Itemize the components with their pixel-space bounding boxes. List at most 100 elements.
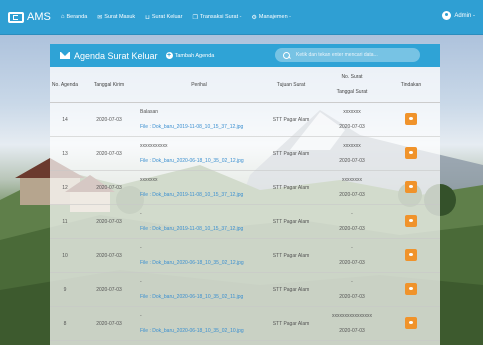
view-action-button[interactable]: [405, 316, 417, 329]
top-navbar: AMS ⌂ Beranda ✉ Surat Masuk ⊔ Surat Kelu…: [0, 0, 483, 35]
no-surat-text: xxxxxxx: [343, 109, 361, 115]
user-menu[interactable]: Admin -: [442, 11, 475, 20]
nav-menu: ⌂ Beranda ✉ Surat Masuk ⊔ Surat Keluar ❐…: [61, 14, 301, 21]
app-window: AMS ⌂ Beranda ✉ Surat Masuk ⊔ Surat Kelu…: [0, 0, 483, 345]
cell-perihal: - File : Dok_baru_2020-06-18_10_35_02_10…: [138, 306, 260, 341]
agenda-table-container: No. Agenda Tanggal Kirim Perihal Tujuan …: [50, 67, 440, 345]
no-surat-text: xxxxxxxxxxxxxxxx: [332, 313, 372, 319]
nav-item-manajemen[interactable]: ⚙ Manajemen -: [252, 14, 292, 21]
nav-item-surat-masuk[interactable]: ✉ Surat Masuk: [97, 14, 135, 21]
nav-item-label: Manajemen -: [258, 14, 291, 20]
tanggal-surat-text: 2020-07-03: [339, 328, 365, 334]
view-action-button[interactable]: [405, 282, 417, 295]
file-link[interactable]: File : Dok_baru_2020-06-18_10_35_02_11.j…: [140, 294, 259, 300]
cell-perihal: Balasan File : Dok_baru_2019-11-08_10_15…: [138, 102, 260, 137]
view-action-button[interactable]: [405, 248, 417, 261]
col-header-tindakan: Tindakan: [382, 67, 440, 103]
cell-no-agenda: 9: [50, 272, 80, 307]
tanggal-surat-text: 2020-07-03: [339, 260, 365, 266]
col-header-tujuan-surat: Tujuan Surat: [260, 67, 322, 103]
agenda-card: Agenda Surat Keluar + Tambah Agenda No. …: [50, 44, 440, 345]
table-row: 9 2020-07-03 - File : Dok_baru_2020-06-1…: [50, 272, 440, 307]
cell-no-surat: - 2020-07-03: [322, 238, 382, 273]
search-icon: [283, 51, 290, 59]
cell-tujuan-surat: STT Pagar Alam: [260, 306, 322, 341]
cell-tindakan: [382, 306, 440, 341]
cell-no-agenda: 13: [50, 136, 80, 171]
cell-tindakan: [382, 102, 440, 137]
cell-tanggal-kirim: 2020-07-03: [80, 306, 138, 341]
cell-no-surat: - 2020-07-03: [322, 272, 382, 307]
tanggal-surat-text: 2020-07-03: [339, 192, 365, 198]
page-title: Agenda Surat Keluar: [74, 50, 158, 61]
no-surat-text: -: [351, 211, 353, 217]
nav-item-transaksi-surat[interactable]: ❐ Transaksi Surat -: [192, 14, 241, 21]
copy-icon: ❐: [192, 14, 198, 21]
cell-tanggal-kirim: 2020-07-03: [80, 272, 138, 307]
table-header-row: No. Agenda Tanggal Kirim Perihal Tujuan …: [50, 67, 440, 103]
brand-logo[interactable]: AMS: [8, 11, 51, 23]
search-input[interactable]: [296, 52, 406, 58]
col-header-tanggal-kirim: Tanggal Kirim: [80, 67, 138, 103]
cell-no-agenda: 14: [50, 102, 80, 137]
home-icon: ⌂: [60, 14, 65, 20]
cell-no-surat: xxxxxxxxxxxxxxxx 2020-07-03: [322, 306, 382, 341]
file-link[interactable]: File : Dok_baru_2020-06-18_10_35_02_12.j…: [140, 158, 259, 164]
gear-icon: ⚙: [251, 14, 257, 21]
view-action-button[interactable]: [405, 112, 417, 125]
cell-tindakan: [382, 204, 440, 239]
file-link[interactable]: File : Dok_baru_2019-11-08_10_15_37_12.j…: [140, 226, 259, 232]
table-row: 11 2020-07-03 - File : Dok_baru_2019-11-…: [50, 204, 440, 239]
perihal-text: -: [140, 279, 142, 285]
table-row: 14 2020-07-03 Balasan File : Dok_baru_20…: [50, 102, 440, 137]
add-agenda-label: Tambah Agenda: [174, 52, 215, 59]
cell-perihal: - File : Dok_baru_2020-06-18_10_35_02_12…: [138, 238, 260, 273]
cell-tindakan: [382, 170, 440, 205]
col-header-no-surat-label: No. Surat: [341, 74, 363, 80]
tanggal-surat-text: 2020-07-03: [339, 226, 365, 232]
view-action-button[interactable]: [405, 214, 417, 227]
nav-item-label: Beranda: [66, 14, 88, 20]
tanggal-surat-text: 2020-07-03: [339, 124, 365, 130]
col-header-no-surat: No. Surat Tanggal Surat: [322, 67, 382, 103]
file-link[interactable]: File : Dok_baru_2019-11-08_10_15_37_12.j…: [140, 124, 259, 130]
file-link[interactable]: File : Dok_baru_2019-11-08_10_15_37_12.j…: [140, 192, 259, 198]
cell-tanggal-kirim: 2020-07-03: [80, 204, 138, 239]
cell-no-surat: - 2020-07-03: [322, 204, 382, 239]
perihal-text: -: [140, 245, 142, 251]
cell-no-agenda: 12: [50, 170, 80, 205]
cell-tujuan-surat: STT Pagar Alam: [260, 136, 322, 171]
add-agenda-button[interactable]: + Tambah Agenda: [165, 52, 215, 59]
plus-icon: +: [165, 52, 173, 59]
cell-no-surat: xxxxxxx 2020-07-03: [322, 102, 382, 137]
cell-tindakan: [382, 272, 440, 307]
cell-perihal: - File : Dok_baru_2020-06-18_10_35_02_11…: [138, 272, 260, 307]
nav-item-label: Transaksi Surat -: [199, 14, 242, 20]
no-surat-text: xxxxxxx: [343, 143, 361, 149]
file-link[interactable]: File : Dok_baru_2020-06-18_10_35_02_10.j…: [140, 328, 259, 334]
file-link[interactable]: File : Dok_baru_2020-06-18_10_35_02_12.j…: [140, 260, 259, 266]
cell-tujuan-surat: STT Pagar Alam: [260, 204, 322, 239]
perihal-text: xxxxxxxxxxx: [140, 143, 168, 149]
no-surat-text: xxxxxxxx: [342, 177, 362, 183]
view-action-button[interactable]: [405, 180, 417, 193]
nav-item-surat-keluar[interactable]: ⊔ Surat Keluar: [145, 14, 182, 21]
cell-perihal: xxxxxxxxxxx File : Dok_baru_2020-06-18_1…: [138, 136, 260, 171]
perihal-text: -: [140, 313, 142, 319]
user-menu-label: Admin -: [454, 12, 475, 19]
cell-perihal: xxxxxxx File : Dok_baru_2019-11-08_10_15…: [138, 170, 260, 205]
cell-tindakan: [382, 136, 440, 171]
nav-item-beranda[interactable]: ⌂ Beranda: [61, 14, 87, 21]
brand-name: AMS: [27, 11, 51, 23]
cell-tanggal-kirim: 2020-07-03: [80, 238, 138, 273]
cell-no-agenda: 8: [50, 306, 80, 341]
agenda-table: No. Agenda Tanggal Kirim Perihal Tujuan …: [50, 67, 440, 341]
app-logo-icon: [8, 11, 24, 23]
cell-tujuan-surat: STT Pagar Alam: [260, 238, 322, 273]
table-row: 13 2020-07-03 xxxxxxxxxxx File : Dok_bar…: [50, 136, 440, 171]
tray-icon: ⊔: [145, 14, 150, 21]
cell-no-surat: xxxxxxx 2020-07-03: [322, 136, 382, 171]
view-action-button[interactable]: [405, 146, 417, 159]
col-header-no-agenda: No. Agenda: [50, 67, 80, 103]
no-surat-text: -: [351, 245, 353, 251]
